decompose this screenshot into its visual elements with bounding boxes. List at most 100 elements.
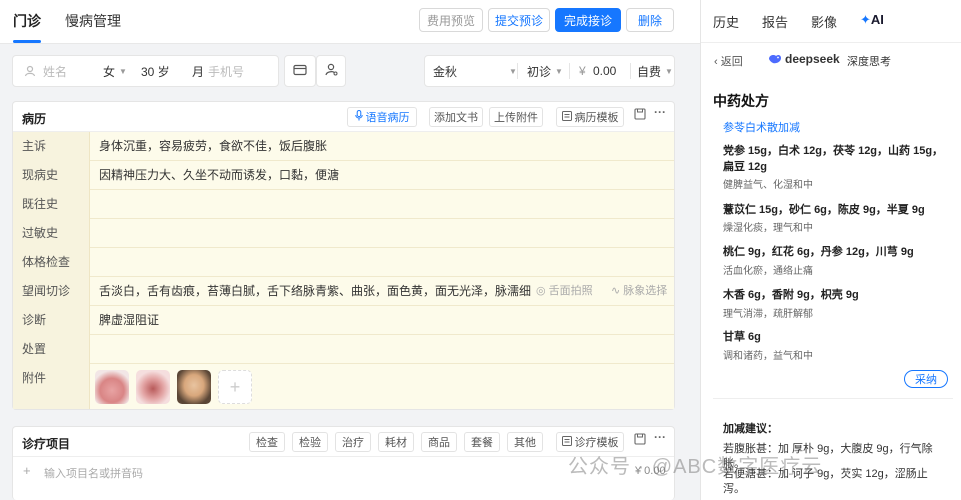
herb-group: 党参 15g，白术 12g，茯苓 12g，山药 15g，扁豆 12g (723, 145, 944, 173)
add-document-button[interactable]: 添加文书 (429, 107, 483, 127)
herb-effect: 燥湿化痰，理气和中 (723, 223, 813, 234)
tab-history[interactable]: 历史 (713, 12, 739, 31)
row-label: 诊断 (13, 306, 90, 335)
patient-profile-button[interactable] (316, 55, 346, 87)
pay-type-select[interactable]: 自费 ▼ (637, 56, 673, 86)
right-panel: 历史 报告 影像 ✦AI ‹ 返回 deepseek 深度思考 中药处方 参苓白… (700, 0, 961, 500)
herb-effect: 理气消滞，疏肝解郁 (723, 309, 813, 320)
record-row-treatment[interactable]: 处置 (13, 335, 674, 364)
row-label: 现病史 (13, 161, 90, 190)
therapy-button[interactable]: 治疗 (335, 432, 371, 452)
submit-prediagnosis-button[interactable]: 提交预诊 (488, 8, 550, 32)
row-value[interactable]: 身体沉重，容易疲劳，食欲不佳，饭后腹胀 (99, 132, 327, 161)
pulse-select-label: 脉象选择 (623, 285, 668, 297)
template-icon (561, 435, 572, 449)
deepseek-logo-icon (768, 53, 782, 68)
row-label: 处置 (13, 335, 90, 364)
save-icon[interactable] (634, 433, 646, 448)
tab-report[interactable]: 报告 (762, 12, 788, 31)
medical-record-panel: 病历 语音病历 添加文书 上传附件 病历模板 ··· 主诉 身体沉重，容易疲劳，… (12, 101, 675, 410)
adjust-title: 加减建议： (723, 423, 778, 435)
plus-icon: + (229, 376, 241, 397)
tongue-photo-label: 舌面拍照 (548, 285, 593, 297)
herb-group: 薏苡仁 15g，砂仁 6g，陈皮 9g，半夏 9g (723, 204, 925, 216)
pulse-select-button[interactable]: ∿ 脉象选择 (611, 277, 667, 306)
user-icon (24, 65, 36, 77)
finish-visit-button[interactable]: 完成接诊 (555, 8, 621, 32)
delete-button[interactable]: 删除 (626, 8, 674, 32)
sex-value: 女 (103, 64, 116, 79)
tongue-photo-button[interactable]: ◎ 舌面拍照 (536, 277, 593, 306)
record-row-allergy[interactable]: 过敏史 (13, 219, 674, 248)
tab-imaging[interactable]: 影像 (811, 12, 837, 31)
divider (517, 63, 518, 79)
chevron-down-icon: ▼ (555, 66, 563, 76)
row-value[interactable]: 脾虚湿阻证 (99, 306, 159, 335)
divider (713, 398, 953, 399)
treatment-template-label: 诊疗模板 (574, 437, 619, 449)
top-nav: 门诊 慢病管理 费用预览 提交预诊 完成接诊 删除 (0, 0, 700, 44)
record-title: 病历 (22, 112, 47, 126)
name-input[interactable]: 姓名 (43, 56, 67, 86)
visit-type-select[interactable]: 初诊 ▼ (527, 56, 563, 86)
fee-preview-button[interactable]: 费用预览 (419, 8, 483, 32)
herb-effect: 健脾益气、化湿和中 (723, 180, 813, 191)
treatment-item-input[interactable]: 输入项目名或拼音码 (44, 465, 143, 481)
doctor-select[interactable]: 金秋 (433, 56, 457, 86)
tab-outpatient[interactable]: 门诊 (13, 11, 41, 31)
row-label: 主诉 (13, 132, 90, 161)
chevron-down-icon: ▼ (119, 66, 127, 76)
row-value[interactable]: 舌淡白，舌有齿痕，苔薄白腻，舌下络脉青紫、曲张，面色黄，面无光泽，脉濡细 (99, 277, 531, 306)
id-card-icon (293, 64, 307, 79)
template-icon (561, 110, 572, 124)
chevron-down-icon: ▼ (509, 67, 517, 76)
back-label: 返回 (720, 56, 743, 68)
record-row-chief-complaint[interactable]: 主诉 身体沉重，容易疲劳，食欲不佳，饭后腹胀 (13, 132, 674, 161)
package-button[interactable]: 套餐 (464, 432, 500, 452)
record-row-diagnosis[interactable]: 诊断 脾虚湿阻证 (13, 306, 674, 335)
more-icon[interactable]: ··· (654, 430, 666, 444)
record-row-tcm-inspection[interactable]: 望闻切诊 舌淡白，舌有齿痕，苔薄白腻，舌下络脉青紫、曲张，面色黄，面无光泽，脉濡… (13, 277, 674, 306)
treatment-template-button[interactable]: 诊疗模板 (556, 432, 624, 452)
record-row-present-illness[interactable]: 现病史 因精神压力大、久坐不动而诱发，口黏，便溏 (13, 161, 674, 190)
lab-test-button[interactable]: 检验 (292, 432, 328, 452)
month-label: 月 (192, 64, 205, 79)
row-label: 既往史 (13, 190, 90, 219)
tab-ai[interactable]: ✦AI (860, 12, 884, 28)
row-label: 过敏史 (13, 219, 90, 248)
patient-info-bar: 姓名 女 ▼ 30 岁 月 手机号 (12, 55, 279, 87)
upload-attachment-button[interactable]: 上传附件 (489, 107, 543, 127)
back-button[interactable]: ‹ 返回 (714, 53, 743, 69)
id-card-button[interactable] (284, 55, 316, 87)
microphone-icon (354, 110, 363, 124)
accept-button[interactable]: 采纳 (904, 370, 948, 388)
exam-button[interactable]: 检查 (249, 432, 285, 452)
tab-chronic[interactable]: 慢病管理 (65, 11, 121, 31)
attachment-thumbnail-tongue[interactable] (95, 370, 129, 404)
fee-input[interactable]: 0.00 (593, 56, 616, 86)
phone-input[interactable]: 手机号 (208, 56, 244, 86)
voice-record-button[interactable]: 语音病历 (347, 107, 417, 127)
attachment-thumbnail-mouth[interactable] (136, 370, 170, 404)
herb-group: 甘草 6g (723, 331, 761, 343)
more-icon[interactable]: ··· (654, 105, 666, 119)
sex-select[interactable]: 女 ▼ (103, 56, 127, 86)
chevron-left-icon: ‹ (714, 56, 718, 68)
record-template-button[interactable]: 病历模板 (556, 107, 624, 127)
rx-title: 中药处方 (713, 93, 769, 109)
add-attachment-button[interactable]: + (218, 370, 252, 404)
consumables-button[interactable]: 耗材 (378, 432, 414, 452)
treatment-title: 诊疗项目 (22, 437, 71, 451)
divider (630, 63, 631, 79)
record-row-past-history[interactable]: 既往史 (13, 190, 674, 219)
record-header: 病历 语音病历 添加文书 上传附件 病历模板 ··· (13, 102, 674, 132)
row-value[interactable]: 因精神压力大、久坐不动而诱发，口黏，便溏 (99, 161, 339, 190)
other-button[interactable]: 其他 (507, 432, 543, 452)
attachment-thumbnail-face[interactable] (177, 370, 211, 404)
record-row-attachments: 附件 + (13, 364, 674, 409)
save-icon[interactable] (634, 108, 646, 123)
record-row-physical-exam[interactable]: 体格检查 (13, 248, 674, 277)
voice-record-label: 语音病历 (365, 112, 410, 124)
goods-button[interactable]: 商品 (421, 432, 457, 452)
age-input[interactable]: 30 岁 (141, 56, 170, 86)
